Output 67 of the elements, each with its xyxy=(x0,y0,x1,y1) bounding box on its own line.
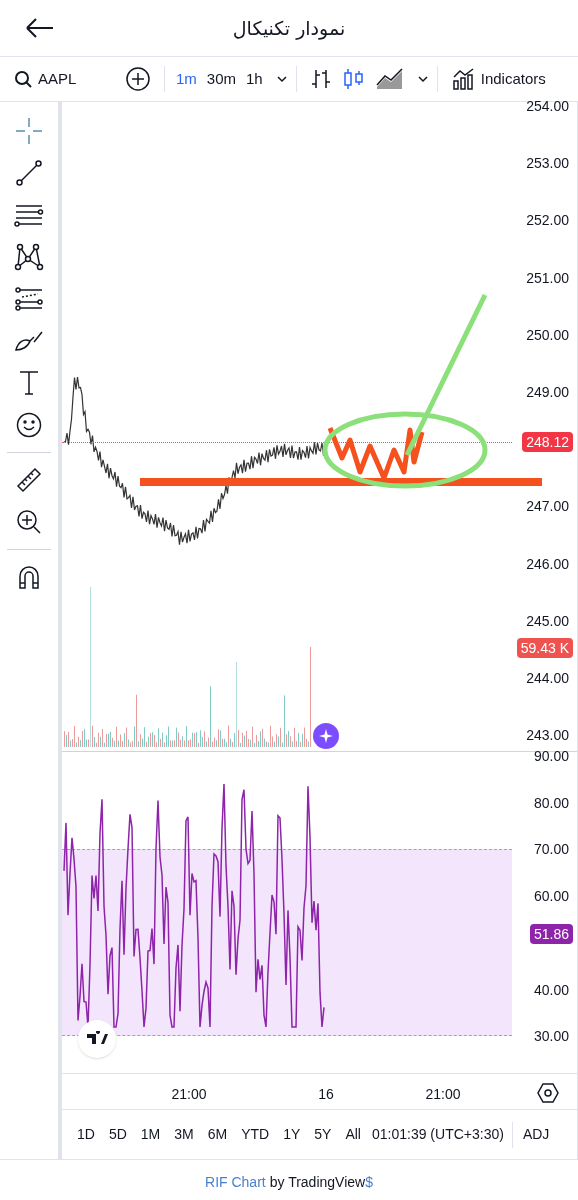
sparkle-icon xyxy=(318,728,334,744)
settings-icon xyxy=(537,1082,559,1104)
chevron-down-icon xyxy=(416,74,429,84)
search-icon xyxy=(14,70,32,88)
range-button[interactable]: 1M xyxy=(133,1124,168,1145)
last-price-badge: 248.12 xyxy=(522,432,573,453)
rsi-axis-label: 40.00 xyxy=(533,981,569,998)
compare-button[interactable] xyxy=(126,67,150,91)
volume-badge: 59.43 K xyxy=(516,638,573,658)
rsi-axis-label: 90.00 xyxy=(533,748,569,764)
price-axis-label: 250.00 xyxy=(526,326,569,343)
interval-tab[interactable]: 1h xyxy=(241,67,268,91)
range-button[interactable]: All xyxy=(338,1124,368,1145)
price-axis-label: 247.00 xyxy=(526,498,569,515)
interval-tab[interactable]: 1m xyxy=(171,67,202,91)
adjust-button[interactable]: ADJ xyxy=(512,1124,560,1145)
tradingview-logo[interactable] xyxy=(78,1020,116,1058)
tv-logo-icon xyxy=(86,1031,108,1047)
settings-button[interactable] xyxy=(537,1082,559,1104)
projection-lines-icon xyxy=(14,287,44,311)
rsi-badge: 51.86 xyxy=(529,924,573,945)
rsi-axis-label: 80.00 xyxy=(533,794,569,811)
horizontal-lines-icon xyxy=(14,202,44,228)
symbol-search[interactable]: AAPL xyxy=(0,67,118,91)
price-axis-label: 251.00 xyxy=(526,269,569,286)
price-axis-label: 249.00 xyxy=(526,384,569,400)
range-button[interactable]: 3M xyxy=(167,1124,201,1145)
trend-line-icon xyxy=(15,159,43,187)
chevron-down-icon xyxy=(275,74,288,84)
bars-chart-icon xyxy=(309,67,332,91)
page-title: نمودار تکنیکال xyxy=(232,15,346,42)
time-axis-label: 16 xyxy=(318,1085,334,1104)
range-button[interactable]: 1D xyxy=(70,1124,102,1145)
crosshair-icon xyxy=(15,117,43,145)
price-axis-label: 246.00 xyxy=(526,555,569,572)
rsi-axis-label: 60.00 xyxy=(533,888,569,905)
interval-tab[interactable]: 30m xyxy=(201,67,242,91)
range-button[interactable]: YTD xyxy=(234,1124,277,1145)
price-axis-label: 243.00 xyxy=(526,727,569,744)
timezone-clock[interactable]: 01:01:39 (UTC+3:30) xyxy=(368,1124,508,1145)
rsi-axis-label: 70.00 xyxy=(533,841,569,858)
sparkle-button[interactable] xyxy=(313,723,339,749)
range-button[interactable]: 6M xyxy=(200,1124,235,1145)
range-button[interactable]: 5D xyxy=(101,1124,134,1145)
price-axis-label: 252.00 xyxy=(526,212,569,229)
rsi-axis-label: 30.00 xyxy=(533,1028,569,1045)
ruler-icon xyxy=(15,466,43,494)
footer-text: by TradingView xyxy=(269,1173,366,1192)
footer-link[interactable]: RIF Chart xyxy=(205,1172,266,1193)
pattern-nodes-icon xyxy=(14,243,44,271)
area-chart-icon xyxy=(374,67,404,91)
zoom-in-icon xyxy=(16,509,42,535)
smiley-icon xyxy=(16,412,42,438)
indicators-button[interactable]: Indicators xyxy=(437,67,546,91)
time-axis-label: 21:00 xyxy=(171,1085,207,1104)
range-button[interactable]: 1Y xyxy=(276,1124,308,1145)
price-axis-label: 245.00 xyxy=(526,612,569,629)
bar-chart-icon xyxy=(451,67,475,91)
time-axis-label: 21:00 xyxy=(425,1085,461,1104)
plus-circle-icon xyxy=(126,67,150,91)
price-axis-label: 253.00 xyxy=(526,155,569,172)
price-axis-label: 244.00 xyxy=(526,670,569,686)
footer-mark: $ xyxy=(365,1173,373,1192)
magnet-icon xyxy=(16,564,42,590)
range-button[interactable]: 5Y xyxy=(307,1124,339,1145)
candlestick-icon xyxy=(341,67,365,91)
price-axis-label: 254.00 xyxy=(526,98,569,114)
